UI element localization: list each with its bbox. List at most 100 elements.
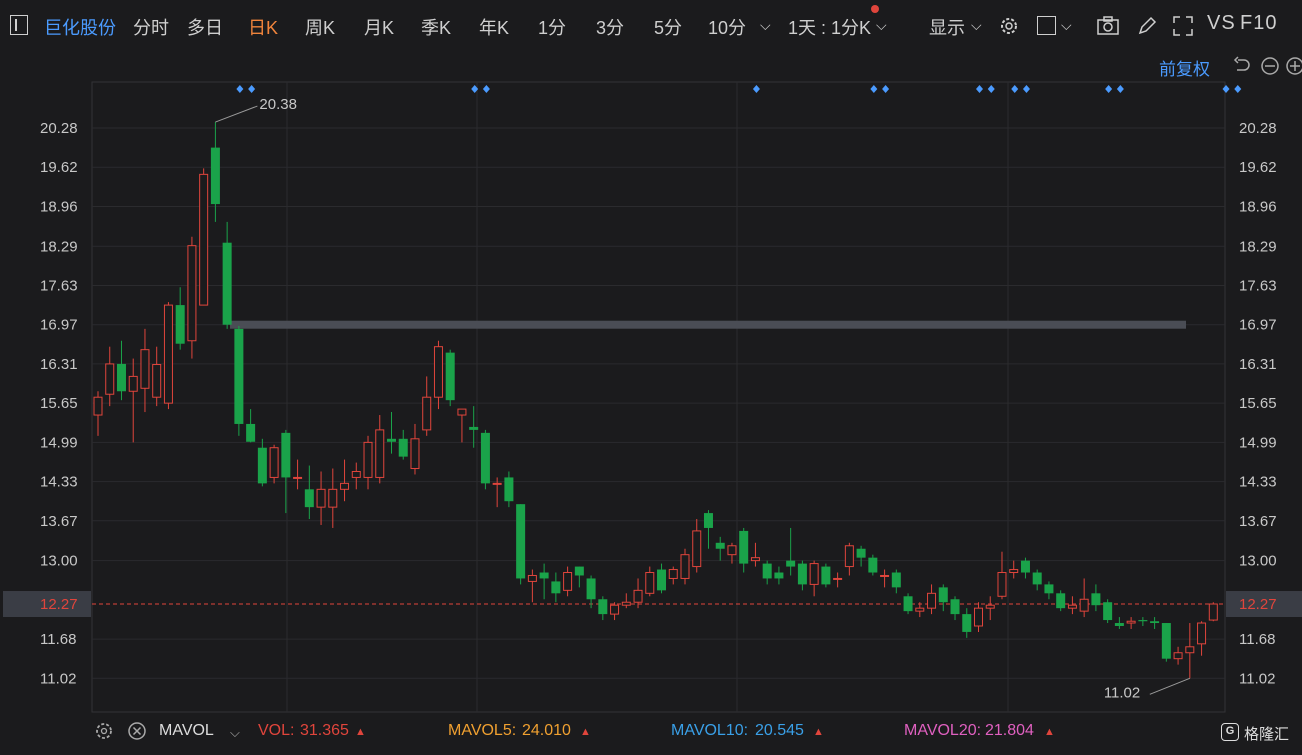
grid	[91, 81, 1226, 713]
candle-body-down	[1150, 621, 1160, 624]
candle-body-up	[915, 607, 925, 612]
candle-body-up	[809, 563, 819, 585]
event-marker-icon	[752, 85, 760, 93]
candle-body-down	[539, 572, 549, 579]
candle-body-up	[163, 304, 173, 404]
indicator-name[interactable]: MAVOL	[159, 722, 214, 740]
event-marker-icon	[870, 85, 878, 93]
chevron-down-icon[interactable]: ⌵	[230, 725, 240, 741]
y-tick-label-left: 13.67	[40, 513, 78, 530]
candle-body-down	[1020, 560, 1030, 573]
candle-body-up	[140, 349, 150, 389]
close-icon[interactable]	[127, 721, 147, 741]
watermark-logo-icon: G	[1221, 723, 1239, 741]
zoom-in-icon[interactable]	[1285, 56, 1302, 76]
event-marker-icon	[1011, 85, 1019, 93]
candle-body-up	[1208, 603, 1218, 621]
event-markers	[236, 85, 1242, 93]
candle-body-up	[927, 592, 937, 609]
candle-body-down	[304, 489, 314, 508]
candle-body-up	[610, 604, 620, 615]
candle-body-down	[891, 572, 901, 588]
candle-body-down	[1044, 584, 1054, 594]
candle-body-up	[422, 396, 432, 431]
undo-icon[interactable]	[1232, 56, 1252, 76]
candles	[93, 122, 1218, 679]
candle-body-down	[586, 578, 596, 600]
y-tick-label-right: 13.67	[1239, 513, 1277, 530]
candle-body-up	[152, 364, 162, 398]
candle-body-down	[962, 614, 972, 632]
y-tick-label-left: 18.29	[40, 238, 78, 255]
y-tick-label-right: 16.31	[1239, 356, 1277, 373]
candle-body-down	[903, 596, 913, 612]
candle-body-down	[387, 438, 396, 442]
candle-body-up	[340, 482, 350, 490]
mavol10-value: 20.545	[755, 722, 804, 739]
y-tick-label-left: 16.31	[40, 356, 78, 373]
candle-body-up	[727, 545, 737, 556]
candle-body-down	[657, 569, 667, 591]
event-marker-icon	[1105, 85, 1113, 93]
candle-body-down	[821, 566, 831, 585]
high-label: 20.38	[259, 96, 297, 113]
indicator-bar: MAVOL ⌵ VOL: 31.365 ▲ MAVOL5: 24.010 ▲ M…	[0, 712, 1302, 755]
candle-body-down	[715, 542, 725, 549]
candle-body-up	[363, 441, 373, 478]
candle-body-down	[1056, 593, 1066, 609]
adjust-type-button[interactable]: 前复权	[1159, 55, 1210, 80]
candle-body-up	[457, 408, 467, 416]
candle-body-down	[516, 504, 526, 579]
y-tick-label-left: 17.63	[40, 277, 78, 294]
plot-border	[91, 81, 1226, 713]
candle-body-up	[985, 604, 995, 609]
candle-body-up	[1067, 604, 1077, 609]
event-marker-icon	[482, 85, 490, 93]
y-tick-label-left: 11.02	[40, 670, 76, 687]
candle-body-down	[116, 363, 126, 392]
candle-body-up	[833, 577, 843, 580]
y-tick-label-left: 20.28	[40, 120, 78, 137]
event-marker-icon	[987, 85, 995, 93]
y-tick-label-right: 20.28	[1239, 120, 1277, 137]
candlestick-chart[interactable]: 20.28 20.28 19.62 19.62 18.96 18.96 18.29 18.29…	[0, 0, 1302, 755]
y-tick-label-right: 18.29	[1239, 238, 1277, 255]
event-marker-icon	[1022, 85, 1030, 93]
candle-body-down	[469, 426, 479, 430]
high-pointer-line	[215, 105, 258, 123]
zoom-out-icon[interactable]	[1260, 56, 1280, 76]
candle-body-down	[281, 432, 291, 478]
candle-body-down	[234, 328, 244, 424]
candle-body-down	[703, 513, 713, 528]
gear-icon[interactable]	[94, 721, 114, 741]
candle-body-up	[527, 574, 537, 582]
y-tick-label-left: 14.99	[40, 434, 78, 451]
candle-body-up	[316, 488, 326, 508]
candle-body-down	[950, 599, 960, 615]
candle-body-up	[974, 607, 983, 627]
candle-body-up	[621, 601, 631, 606]
vol-value: 31.365	[300, 722, 349, 739]
candle-body-down	[797, 563, 807, 585]
candle-body-up	[1126, 620, 1136, 624]
y-tick-label-right: 16.97	[1239, 317, 1277, 334]
candle-body-down	[762, 563, 772, 579]
mavol20-value: 21.804	[985, 722, 1034, 739]
low-label: 11.02	[1104, 684, 1140, 701]
candle-body-down	[938, 587, 948, 603]
candle-body-up	[1079, 598, 1089, 612]
candle-body-down	[504, 477, 514, 502]
arrow-up-icon: ▲	[580, 726, 591, 738]
candle-body-up	[433, 346, 443, 398]
mavol10-label: MAVOL10:	[671, 722, 749, 739]
candle-body-down	[1091, 593, 1101, 606]
candle-body-up	[1173, 652, 1183, 660]
y-tick-label-left: 11.68	[40, 631, 76, 648]
candle-body-down	[257, 447, 267, 484]
candle-body-up	[93, 396, 103, 416]
y-tick-label-right: 11.02	[1239, 670, 1275, 687]
candle-body-up	[410, 438, 420, 470]
y-tick-label-left: 13.00	[40, 553, 78, 570]
candle-body-down	[786, 560, 796, 567]
y-tick-label-right: 19.62	[1239, 159, 1277, 176]
